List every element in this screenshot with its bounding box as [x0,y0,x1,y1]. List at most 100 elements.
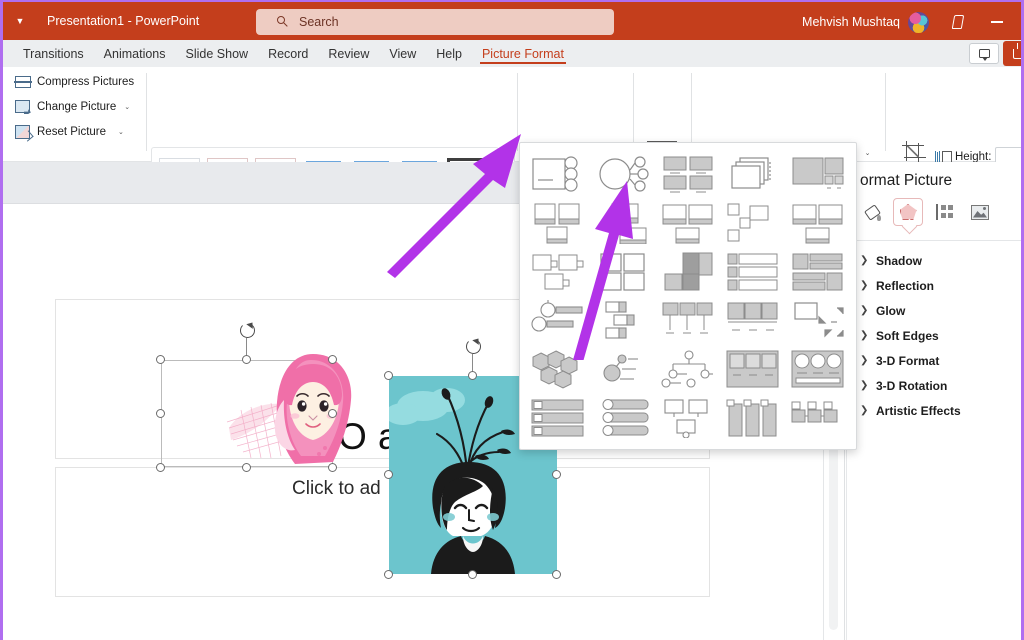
tab-view[interactable]: View [379,40,426,67]
resize-handle-sw[interactable] [384,570,393,579]
layout-accented-picture[interactable] [526,151,589,198]
search-input[interactable]: Search [256,9,614,35]
rotate-handle[interactable] [239,322,255,338]
reset-picture-button[interactable]: Reset Picture ⌄ [15,122,145,142]
layout-picture-caption-list[interactable] [722,151,785,198]
chevron-right-icon: ❯ [860,305,867,316]
layout-snapshot-picture-list[interactable] [591,394,654,441]
resize-handle-se[interactable] [328,463,337,472]
resize-handle-sw[interactable] [156,463,165,472]
tab-record[interactable]: Record [258,40,318,67]
window-title: Presentation1 - PowerPoint [47,14,199,28]
section-reflection[interactable]: ❯ Reflection [860,273,1016,298]
resize-handle-e[interactable] [328,409,337,418]
compress-pictures-button[interactable]: Compress Pictures [15,72,145,92]
section-label: Artistic Effects [876,404,961,418]
resize-handle-nw[interactable] [384,371,393,380]
chevron-right-icon: ❯ [860,255,867,266]
tab-transitions[interactable]: Transitions [13,40,94,67]
layout-title-picture-lineup[interactable] [787,151,850,198]
layout-bending-picture-blocks[interactable] [656,200,719,247]
fill-line-icon[interactable] [857,198,887,226]
layout-hexagon-cluster[interactable] [526,346,589,393]
layout-radial-picture-list[interactable] [591,346,654,393]
chevron-down-icon[interactable]: ⌄ [865,149,871,157]
rotate-handle[interactable] [465,338,481,354]
chevron-down-icon[interactable]: ⌄ [124,103,130,111]
subtitle-placeholder[interactable] [55,467,710,597]
layout-alternating-picture-blocks[interactable] [591,297,654,344]
resize-handle-n[interactable] [242,355,251,364]
tab-review[interactable]: Review [318,40,379,67]
section-label: Glow [876,304,905,318]
chevron-down-icon[interactable]: ▼ [3,1,37,41]
tab-picture-format[interactable]: Picture Format [472,40,574,67]
tab-animations[interactable]: Animations [94,40,176,67]
layout-bending-caption-list[interactable] [722,200,785,247]
section-artistic-effects[interactable]: ❯ Artistic Effects [860,398,1016,423]
avatar[interactable] [908,12,929,33]
resize-handle-s[interactable] [242,463,251,472]
chevron-right-icon: ❯ [860,355,867,366]
resize-handle-se[interactable] [552,570,561,579]
chevron-right-icon: ❯ [860,280,867,291]
share-icon[interactable] [1003,41,1024,66]
resize-handle-n[interactable] [468,371,477,380]
slide-subtitle-text[interactable]: Click to ad [292,478,381,500]
change-picture-button[interactable]: Change Picture ⌄ [15,97,145,117]
resize-handle-w[interactable] [156,409,165,418]
resize-handle-w[interactable] [384,470,393,479]
effects-icon[interactable] [893,198,923,226]
reset-picture-label: Reset Picture [37,126,106,138]
layout-horizontal-picture-list[interactable] [526,394,589,441]
hijab-girl-image[interactable] [161,360,333,467]
tab-help[interactable]: Help [426,40,472,67]
layout-picture-strips[interactable] [656,248,719,295]
layout-vertical-picture-list[interactable] [722,248,785,295]
layout-bending-picture-caption[interactable] [526,200,589,247]
section-soft-edges[interactable]: ❯ Soft Edges [860,323,1016,348]
powerpoint-window: ▼ Presentation1 - PowerPoint Search Mehv… [0,0,1024,640]
ribbon-tabs: Transitions Animations Slide Show Record… [3,40,1024,67]
layout-picture-lineup[interactable] [722,346,785,393]
layout-vertical-picture-accent-list[interactable] [722,297,785,344]
section-shadow[interactable]: ❯ Shadow [860,248,1016,273]
layout-picture-organization-chart[interactable] [656,346,719,393]
section-3d-format[interactable]: ❯ 3-D Format [860,348,1016,373]
resize-handle-ne[interactable] [328,355,337,364]
resize-handle-s[interactable] [468,570,477,579]
size-properties-icon[interactable] [929,198,959,226]
tab-slide-show[interactable]: Slide Show [176,40,259,67]
account-area[interactable]: Mehvish Mushtaq [802,2,929,42]
picture-layout-dropdown[interactable] [519,142,857,450]
picture-icon[interactable] [965,198,995,226]
layout-picture-hierarchy[interactable] [656,394,719,441]
chevron-down-icon[interactable]: ⌄ [118,128,124,136]
layout-picture-grid-blocks[interactable] [591,248,654,295]
section-label: Reflection [876,279,934,293]
comment-icon[interactable] [969,43,999,64]
section-glow[interactable]: ❯ Glow [860,298,1016,323]
layout-vertical-block-list[interactable] [722,394,785,441]
section-label: 3-D Format [876,354,939,368]
format-picture-pane: ormat Picture ❯ Shadow ❯ Reflection ❯ Gl… [846,162,1024,640]
layout-picture-accent-blocks[interactable] [787,248,850,295]
pen-icon[interactable] [937,2,977,42]
title-bar: ▼ Presentation1 - PowerPoint Search Mehv… [3,0,1024,40]
layout-picture-grid[interactable] [656,151,719,198]
layout-captioned-pictures[interactable] [787,200,850,247]
resize-handle-nw[interactable] [156,355,165,364]
layout-picture-lineup-captions[interactable] [656,297,719,344]
compress-pictures-icon [15,75,31,89]
layout-picture-frame-accent[interactable] [787,297,850,344]
effects-sections: ❯ Shadow ❯ Reflection ❯ Glow ❯ Soft Edge… [860,248,1016,423]
layout-bending-semi-transparent[interactable] [591,200,654,247]
layout-circular-picture-callout[interactable] [787,346,850,393]
layout-circle-picture-callout[interactable] [591,151,654,198]
section-3d-rotation[interactable]: ❯ 3-D Rotation [860,373,1016,398]
layout-linked-picture-blocks[interactable] [787,394,850,441]
layout-alternating-picture-circles[interactable] [526,297,589,344]
layout-bubble-picture-list[interactable] [526,248,589,295]
resize-handle-e[interactable] [552,470,561,479]
minimize-icon[interactable] [977,2,1017,42]
